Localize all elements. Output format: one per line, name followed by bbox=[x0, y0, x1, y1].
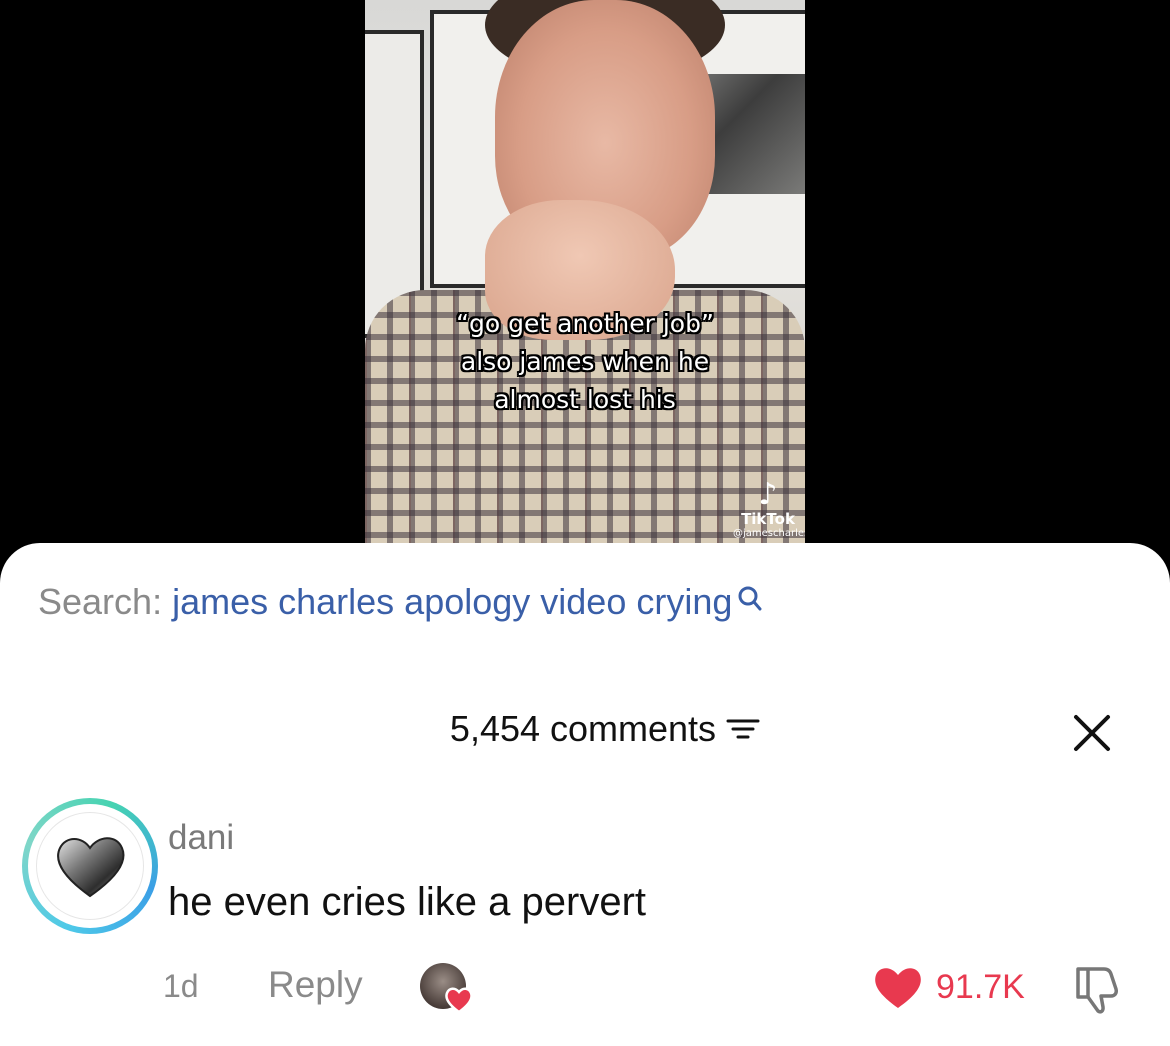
video-caption: “go get another job” also james when he … bbox=[365, 305, 805, 419]
tiktok-brand: TikTok bbox=[741, 510, 795, 528]
commenter-avatar[interactable] bbox=[22, 798, 158, 934]
filter-icon[interactable] bbox=[726, 714, 760, 744]
comments-count: 5,454 comments bbox=[449, 708, 717, 749]
silver-heart-icon bbox=[57, 837, 125, 898]
like-count: 91.7K bbox=[936, 968, 1025, 1006]
video-preview[interactable]: “go get another job” also james when he … bbox=[365, 0, 805, 560]
tiktok-handle: @jamescharles bbox=[733, 528, 805, 539]
comment-text: he even cries like a pervert bbox=[168, 880, 647, 924]
search-suggestion[interactable]: Search: james charles apology video cryi… bbox=[38, 581, 762, 623]
heart-photo bbox=[36, 812, 144, 920]
search-label: Search: bbox=[38, 581, 163, 622]
avatar-ring-inner bbox=[28, 804, 152, 928]
comments-sheet: Search: james charles apology video cryi… bbox=[0, 543, 1170, 1046]
caption-line: also james when he bbox=[460, 347, 710, 376]
like-heart-icon[interactable] bbox=[872, 964, 924, 1010]
comment-timestamp: 1d bbox=[163, 968, 199, 1004]
close-icon[interactable] bbox=[1070, 711, 1114, 755]
comment-username[interactable]: dani bbox=[168, 818, 234, 858]
tiktok-logo-icon: ♪ bbox=[758, 477, 778, 512]
caption-line: almost lost his bbox=[494, 385, 676, 414]
tiktok-watermark: ♪ TikTok @jamescharles bbox=[733, 477, 805, 540]
creator-liked-heart-icon bbox=[445, 987, 473, 1014]
reply-button[interactable]: Reply bbox=[268, 964, 363, 1006]
search-query-link[interactable]: james charles apology video crying bbox=[172, 581, 732, 622]
search-icon[interactable] bbox=[734, 585, 762, 613]
comments-header: 5,454 comments bbox=[0, 708, 1170, 750]
caption-line: “go get another job” bbox=[456, 309, 714, 338]
dislike-icon[interactable] bbox=[1068, 961, 1126, 1017]
